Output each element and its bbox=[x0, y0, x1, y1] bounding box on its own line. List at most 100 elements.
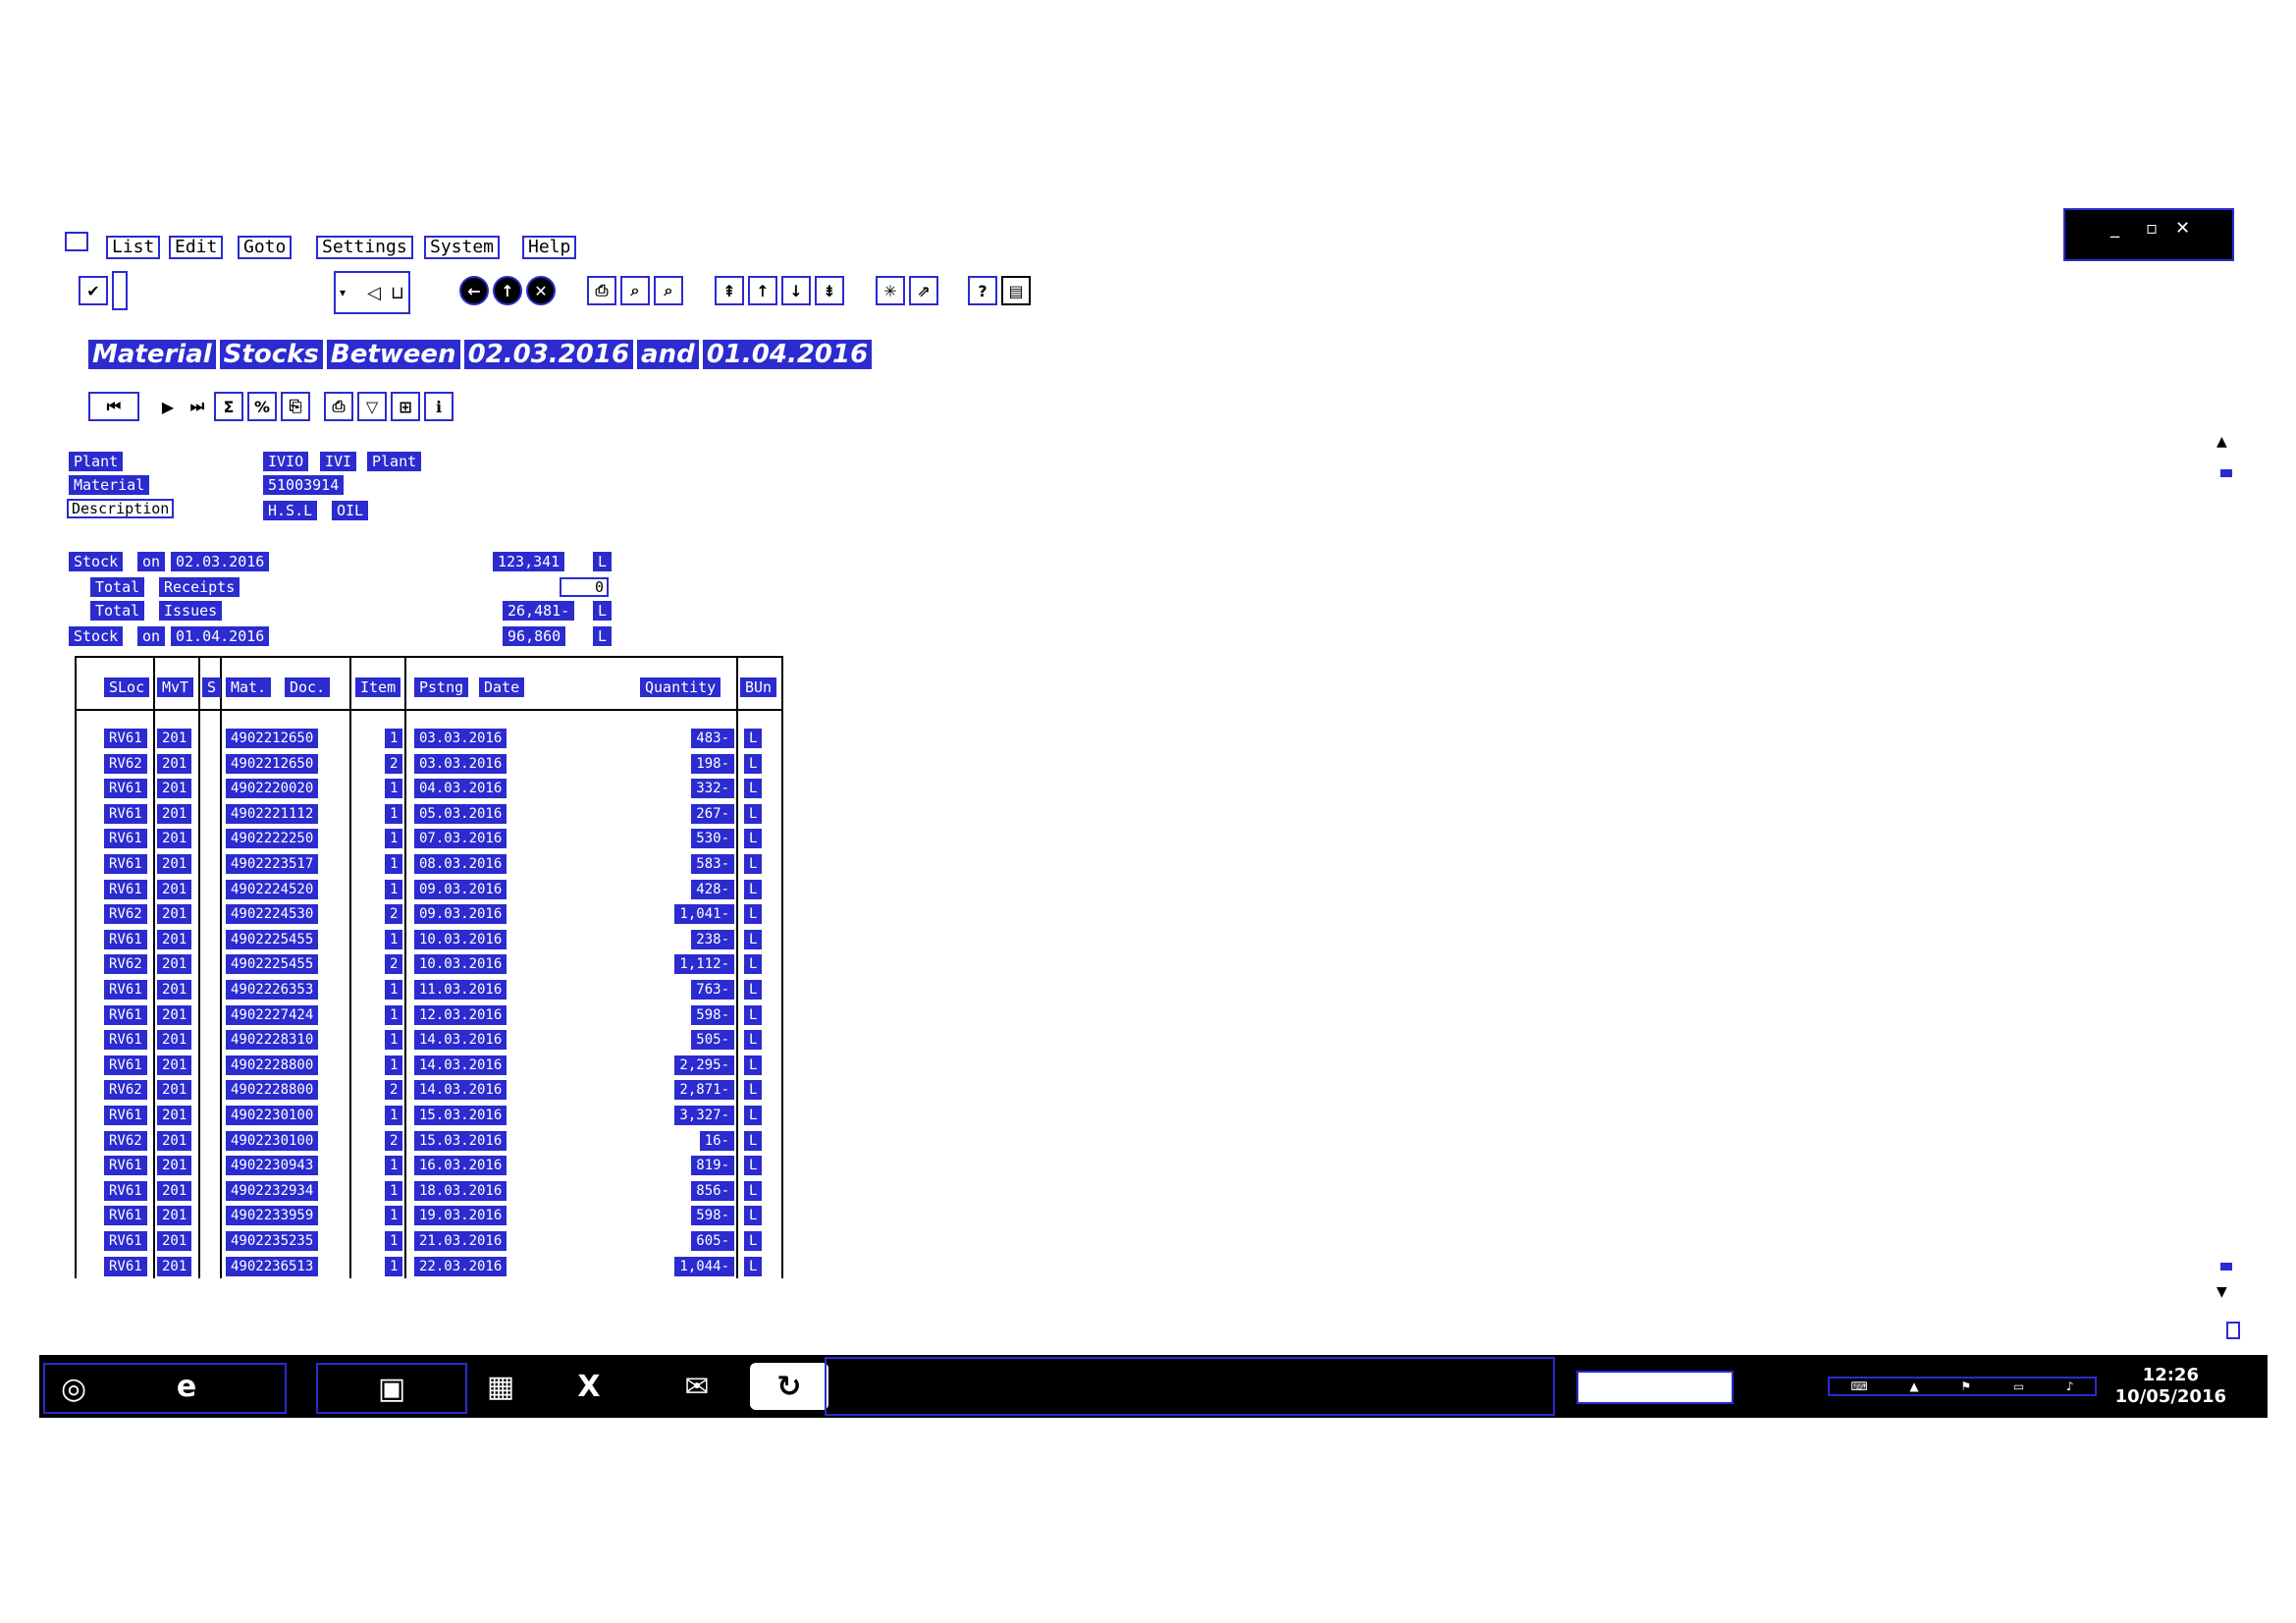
col-mat[interactable]: Mat. bbox=[226, 677, 272, 697]
menu-help[interactable]: Help bbox=[522, 236, 577, 259]
details-icon[interactable]: ⎘ bbox=[281, 392, 310, 421]
col-pstng[interactable]: Pstng bbox=[414, 677, 469, 697]
col-item[interactable]: Item bbox=[355, 677, 401, 697]
table-row[interactable]: RV61 201 4902227424 1 12.03.2016 598- L bbox=[77, 1003, 781, 1027]
keyboard-icon[interactable]: ⌨ bbox=[1850, 1380, 1867, 1393]
internet-explorer-icon[interactable]: e bbox=[157, 1363, 216, 1410]
table-row[interactable]: RV61 201 4902225455 1 10.03.2016 238- L bbox=[77, 928, 781, 951]
menu-system[interactable]: System bbox=[424, 236, 501, 259]
menu-list[interactable]: List bbox=[106, 236, 161, 259]
first-page-icon[interactable]: ⇞ bbox=[715, 276, 744, 305]
table-row[interactable]: RV61 201 4902222250 1 07.03.2016 530- L bbox=[77, 827, 781, 850]
cancel-icon[interactable]: ✕ bbox=[526, 276, 556, 305]
sum-icon[interactable]: Σ bbox=[214, 392, 243, 421]
scrollbar-thumb[interactable] bbox=[2220, 469, 2232, 477]
cell-quantity: 583- bbox=[691, 854, 734, 874]
filter-icon[interactable]: ▽ bbox=[357, 392, 387, 421]
file-explorer-icon[interactable]: ▣ bbox=[316, 1363, 467, 1414]
menu-settings[interactable]: Settings bbox=[316, 236, 413, 259]
scrollbar-bottom[interactable] bbox=[2220, 1263, 2232, 1271]
cell-quantity: 16- bbox=[699, 1130, 734, 1151]
table-row[interactable]: RV61 201 4902224520 1 09.03.2016 428- L bbox=[77, 878, 781, 901]
menu-edit[interactable]: Edit bbox=[169, 236, 224, 259]
table-row[interactable]: RV61 201 4902226353 1 11.03.2016 763- L bbox=[77, 978, 781, 1001]
cell-posting-date: 14.03.2016 bbox=[414, 1030, 507, 1051]
outlook-icon[interactable]: ✉ bbox=[658, 1363, 736, 1410]
command-field[interactable] bbox=[112, 271, 128, 310]
col-date[interactable]: Date bbox=[479, 677, 525, 697]
table-row[interactable]: RV61 201 4902232934 1 18.03.2016 856- L bbox=[77, 1179, 781, 1203]
new-session-icon[interactable]: ✳ bbox=[876, 276, 905, 305]
flag-icon[interactable]: ⚑ bbox=[1960, 1380, 1971, 1393]
table-row[interactable]: RV62 201 4902228800 2 14.03.2016 2,871- L bbox=[77, 1078, 781, 1102]
menu-goto[interactable]: Goto bbox=[238, 236, 293, 259]
table-row[interactable]: RV61 201 4902223517 1 08.03.2016 583- L bbox=[77, 852, 781, 876]
active-window-button[interactable] bbox=[825, 1357, 1555, 1416]
print-preview-icon[interactable]: ⎙ bbox=[324, 392, 353, 421]
print-icon[interactable]: ⎙ bbox=[587, 276, 616, 305]
volume-icon[interactable]: ♪ bbox=[2066, 1380, 2074, 1393]
cell-item: 2 bbox=[385, 1080, 403, 1101]
save-shortcut-icon: ⊔ bbox=[390, 282, 404, 303]
close-icon[interactable]: ✕ bbox=[2175, 218, 2190, 239]
back-icon[interactable]: ← bbox=[459, 276, 489, 305]
col-quantity[interactable]: Quantity bbox=[640, 677, 721, 697]
col-s[interactable]: S bbox=[202, 677, 222, 697]
table-row[interactable]: RV61 201 4902235235 1 21.03.2016 605- L bbox=[77, 1229, 781, 1253]
last-page-icon[interactable]: ⇟ bbox=[815, 276, 844, 305]
col-sloc[interactable]: SLoc bbox=[104, 677, 150, 697]
table-row[interactable]: RV62 201 4902212650 2 03.03.2016 198- L bbox=[77, 752, 781, 776]
cell-bun: L bbox=[744, 1080, 763, 1101]
calculator-icon[interactable]: ▦ bbox=[471, 1363, 530, 1410]
table-row[interactable]: RV61 201 4902230100 1 15.03.2016 3,327- L bbox=[77, 1104, 781, 1127]
table-row[interactable]: RV62 201 4902230100 2 15.03.2016 16- L bbox=[77, 1129, 781, 1153]
layout-menu-icon[interactable]: ▤ bbox=[1001, 276, 1031, 305]
application-toolbar: ⏮ ▶ ⏭ Σ % ⎘ ⎙ ▽ ⊞ ℹ bbox=[88, 392, 454, 421]
stock-close-label: Stock bbox=[69, 626, 124, 646]
last-icon[interactable]: ⏭ bbox=[185, 394, 210, 419]
table-row[interactable]: RV61 201 4902228800 1 14.03.2016 2,295- L bbox=[77, 1054, 781, 1077]
resize-grip-icon[interactable] bbox=[2226, 1322, 2240, 1339]
enter-icon[interactable]: ✔ bbox=[79, 276, 108, 305]
cell-mat-doc: 4902225455 bbox=[226, 929, 319, 949]
export-icon[interactable]: ⊞ bbox=[391, 392, 420, 421]
excel-icon[interactable]: X bbox=[550, 1363, 628, 1410]
scroll-up-icon[interactable]: ▲ bbox=[2216, 434, 2227, 450]
exit-icon[interactable]: ↑ bbox=[493, 276, 522, 305]
subtotal-icon[interactable]: % bbox=[247, 392, 277, 421]
table-row[interactable]: RV62 201 4902224530 2 09.03.2016 1,041- L bbox=[77, 902, 781, 926]
cell-quantity: 856- bbox=[691, 1180, 734, 1201]
shortcut-icon[interactable]: ⇗ bbox=[909, 276, 938, 305]
previous-page-icon[interactable]: ↑ bbox=[748, 276, 777, 305]
table-row[interactable]: RV61 201 4902221112 1 05.03.2016 267- L bbox=[77, 802, 781, 826]
network-icon[interactable]: ▭ bbox=[2013, 1380, 2024, 1393]
table-row[interactable]: RV61 201 4902230943 1 16.03.2016 819- L bbox=[77, 1154, 781, 1177]
info-icon[interactable]: ℹ bbox=[424, 392, 454, 421]
cell-mat-doc: 4902226353 bbox=[226, 980, 319, 1000]
table-row[interactable]: RV61 201 4902212650 1 03.03.2016 483- L bbox=[77, 727, 781, 750]
scroll-down-icon[interactable]: ▼ bbox=[2216, 1284, 2227, 1300]
table-row[interactable]: RV61 201 4902228310 1 14.03.2016 505- L bbox=[77, 1028, 781, 1052]
minimize-icon[interactable]: _ bbox=[2110, 218, 2119, 239]
col-mvt[interactable]: MvT bbox=[157, 677, 194, 697]
restore-icon[interactable]: ▫ bbox=[2146, 218, 2158, 239]
sap-logon-icon[interactable]: ↻ bbox=[750, 1363, 828, 1410]
first-icon[interactable]: ⏮ bbox=[88, 392, 139, 421]
col-doc[interactable]: Doc. bbox=[285, 677, 331, 697]
help-icon[interactable]: ? bbox=[968, 276, 997, 305]
taskbar-clock[interactable]: 12:26 10/05/2016 bbox=[2115, 1365, 2226, 1408]
table-row[interactable]: RV61 201 4902233959 1 19.03.2016 598- L bbox=[77, 1204, 781, 1227]
table-row[interactable]: RV61 201 4902236513 1 22.03.2016 1,044- L bbox=[77, 1255, 781, 1278]
find-icon[interactable]: ⌕ bbox=[620, 276, 650, 305]
show-hidden-icons[interactable]: ▲ bbox=[1909, 1380, 1918, 1393]
next-icon[interactable]: ▶ bbox=[155, 394, 181, 419]
table-row[interactable]: RV62 201 4902225455 2 10.03.2016 1,112- L bbox=[77, 952, 781, 976]
col-bun[interactable]: BUn bbox=[740, 677, 777, 697]
find-next-icon[interactable]: ⌕ bbox=[654, 276, 683, 305]
taskbar-search[interactable] bbox=[1576, 1371, 1734, 1404]
next-page-icon[interactable]: ↓ bbox=[781, 276, 811, 305]
window-icon[interactable] bbox=[65, 232, 88, 251]
command-dropdown[interactable]: ▾ ◁ ⊔ bbox=[334, 271, 410, 314]
table-row[interactable]: RV61 201 4902220020 1 04.03.2016 332- L bbox=[77, 777, 781, 800]
cell-quantity: 2,871- bbox=[674, 1080, 734, 1101]
